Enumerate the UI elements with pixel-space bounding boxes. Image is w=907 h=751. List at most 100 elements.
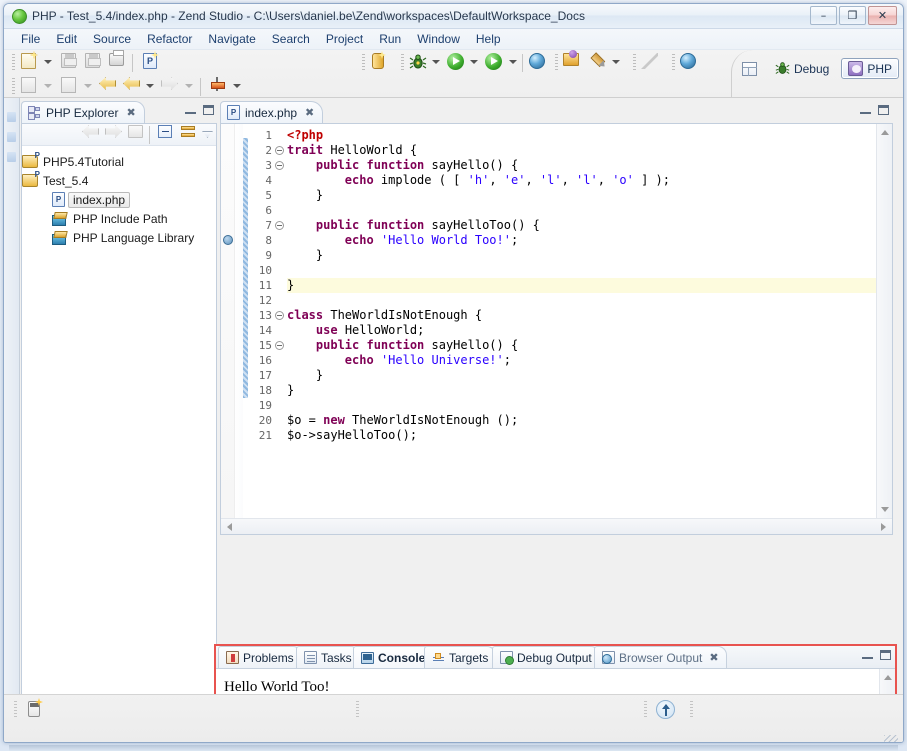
export-button[interactable] xyxy=(61,77,81,97)
fold-collapse-icon[interactable] xyxy=(275,311,284,320)
tab-tasks[interactable]: Tasks xyxy=(296,646,360,668)
toolbar-grip[interactable] xyxy=(401,54,404,72)
code-line[interactable]: $o = new TheWorldIsNotEnough (); xyxy=(287,413,892,428)
status-grip[interactable] xyxy=(356,701,359,719)
save-all-button[interactable] xyxy=(85,53,105,73)
forward-dropdown-arrow[interactable] xyxy=(185,84,192,89)
maximize-button[interactable]: ❐ xyxy=(839,6,866,25)
save-button[interactable] xyxy=(61,53,81,73)
tree-item-index-php[interactable]: P index.php xyxy=(22,190,216,209)
code-line[interactable]: use HelloWorld; xyxy=(287,323,892,338)
code-line[interactable]: trait HelloWorld { xyxy=(287,143,892,158)
editor-horizontal-scrollbar[interactable] xyxy=(221,518,892,534)
fold-collapse-icon[interactable] xyxy=(275,146,284,155)
menu-refactor[interactable]: Refactor xyxy=(139,30,200,48)
editor-vertical-scrollbar[interactable] xyxy=(876,124,892,518)
tab-debug-output[interactable]: Debug Output xyxy=(492,646,600,668)
fast-view-marker[interactable] xyxy=(7,112,16,122)
annotate-dropdown-arrow[interactable] xyxy=(612,60,619,65)
browser-output-close-icon[interactable]: ✖ xyxy=(709,651,718,664)
back-to-top-button[interactable] xyxy=(656,700,675,719)
maximize-view-icon[interactable] xyxy=(203,105,214,115)
menu-help[interactable]: Help xyxy=(468,30,509,48)
link-with-editor-button[interactable] xyxy=(181,125,201,145)
scroll-down-icon[interactable] xyxy=(881,507,889,512)
code-line[interactable]: echo 'Hello Universe!'; xyxy=(287,353,892,368)
print-button[interactable] xyxy=(109,50,129,73)
tab-browser-output[interactable]: Browser Output ✖ xyxy=(594,646,727,668)
forward-button[interactable] xyxy=(161,77,181,97)
code-line[interactable] xyxy=(287,398,892,413)
close-button[interactable]: ✕ xyxy=(868,6,897,25)
toolbar-grip[interactable] xyxy=(12,78,15,96)
toolbar-grip[interactable] xyxy=(672,54,675,72)
run-button[interactable] xyxy=(447,53,467,73)
scroll-left-icon[interactable] xyxy=(227,523,232,531)
perspective-php[interactable]: PHP xyxy=(841,58,899,79)
open-package-button[interactable] xyxy=(563,50,583,73)
minimize-view-icon[interactable] xyxy=(185,105,196,114)
code-line[interactable]: public function sayHello() { xyxy=(287,158,892,173)
open-perspective-button[interactable] xyxy=(736,60,763,78)
minimize-bottom-icon[interactable] xyxy=(862,650,873,659)
menu-source[interactable]: Source xyxy=(85,30,139,48)
breakpoint-marker-icon[interactable] xyxy=(223,235,233,245)
php-explorer-close-icon[interactable]: ✖ xyxy=(126,106,135,119)
fast-view-marker[interactable] xyxy=(7,152,16,162)
next-annotation-dropdown-arrow[interactable] xyxy=(233,84,240,89)
code-line[interactable]: $o->sayHelloToo(); xyxy=(287,428,892,443)
run-configurations-dropdown-arrow[interactable] xyxy=(509,60,516,65)
code-line[interactable]: <?php xyxy=(287,128,892,143)
code-viewport[interactable]: 1 2 3 4 5 6 7 8 9 10 11 12 13 14 15 16 17 18 19 20 21 <?php t… xyxy=(221,124,892,518)
annotation-ruler[interactable] xyxy=(221,124,235,518)
maximize-editor-icon[interactable] xyxy=(878,105,889,115)
next-annotation-button[interactable] xyxy=(209,77,229,97)
back-dropdown-arrow[interactable] xyxy=(146,84,153,89)
menu-project[interactable]: Project xyxy=(318,30,371,48)
code-line[interactable]: public function sayHello() { xyxy=(287,338,892,353)
run-as-web-button[interactable] xyxy=(529,53,549,73)
annotate-button[interactable] xyxy=(589,53,609,73)
tab-console[interactable]: Console xyxy=(353,646,434,668)
run-dropdown-arrow[interactable] xyxy=(470,60,477,65)
view-menu-button[interactable] xyxy=(202,125,222,145)
import-dropdown-arrow[interactable] xyxy=(44,84,51,89)
editor-tab-close-icon[interactable]: ✖ xyxy=(305,106,314,119)
code-line[interactable]: echo implode ( [ 'h', 'e', 'l', 'l', 'o'… xyxy=(287,173,892,188)
code-line[interactable]: } xyxy=(287,188,892,203)
code-line[interactable] xyxy=(287,293,892,308)
code-line[interactable]: public function sayHelloToo() { xyxy=(287,218,892,233)
source-code[interactable]: <?php trait HelloWorld { public function … xyxy=(287,128,892,518)
explorer-up-button[interactable] xyxy=(128,125,148,145)
perspective-debug[interactable]: Debug xyxy=(769,59,835,78)
menu-window[interactable]: Window xyxy=(409,30,468,48)
toolbar-grip[interactable] xyxy=(633,54,636,72)
tree-item-php54tutorial[interactable]: PHP5.4Tutorial xyxy=(22,151,216,171)
minimize-button[interactable]: – xyxy=(810,6,837,25)
minimize-editor-icon[interactable] xyxy=(860,105,871,114)
back-button[interactable] xyxy=(123,77,143,97)
toolbar-grip[interactable] xyxy=(362,54,365,72)
menu-edit[interactable]: Edit xyxy=(48,30,85,48)
status-grip[interactable] xyxy=(690,701,693,719)
toolbar-grip[interactable] xyxy=(12,54,15,72)
code-line[interactable]: } xyxy=(287,278,892,293)
fold-collapse-icon[interactable] xyxy=(275,161,284,170)
fold-collapse-icon[interactable] xyxy=(275,221,284,230)
menu-search[interactable]: Search xyxy=(264,30,318,48)
tree-item-php-language-library[interactable]: PHP Language Library xyxy=(22,228,216,247)
code-line[interactable]: echo 'Hello World Too!'; xyxy=(287,233,892,248)
new-file-dropdown-arrow[interactable] xyxy=(44,60,51,65)
maximize-bottom-icon[interactable] xyxy=(880,650,891,660)
code-line[interactable]: } xyxy=(287,248,892,263)
toolbar-grip[interactable] xyxy=(555,54,558,72)
scroll-right-icon[interactable] xyxy=(881,523,886,531)
menu-run[interactable]: Run xyxy=(371,30,409,48)
explorer-back-button[interactable] xyxy=(82,125,102,145)
window-resize-grip[interactable] xyxy=(884,735,898,742)
explorer-forward-button[interactable] xyxy=(105,125,125,145)
new-file-button[interactable] xyxy=(21,53,41,73)
new-php-file-button[interactable]: P xyxy=(143,53,163,73)
status-grip[interactable] xyxy=(644,701,647,719)
code-line[interactable] xyxy=(287,263,892,278)
